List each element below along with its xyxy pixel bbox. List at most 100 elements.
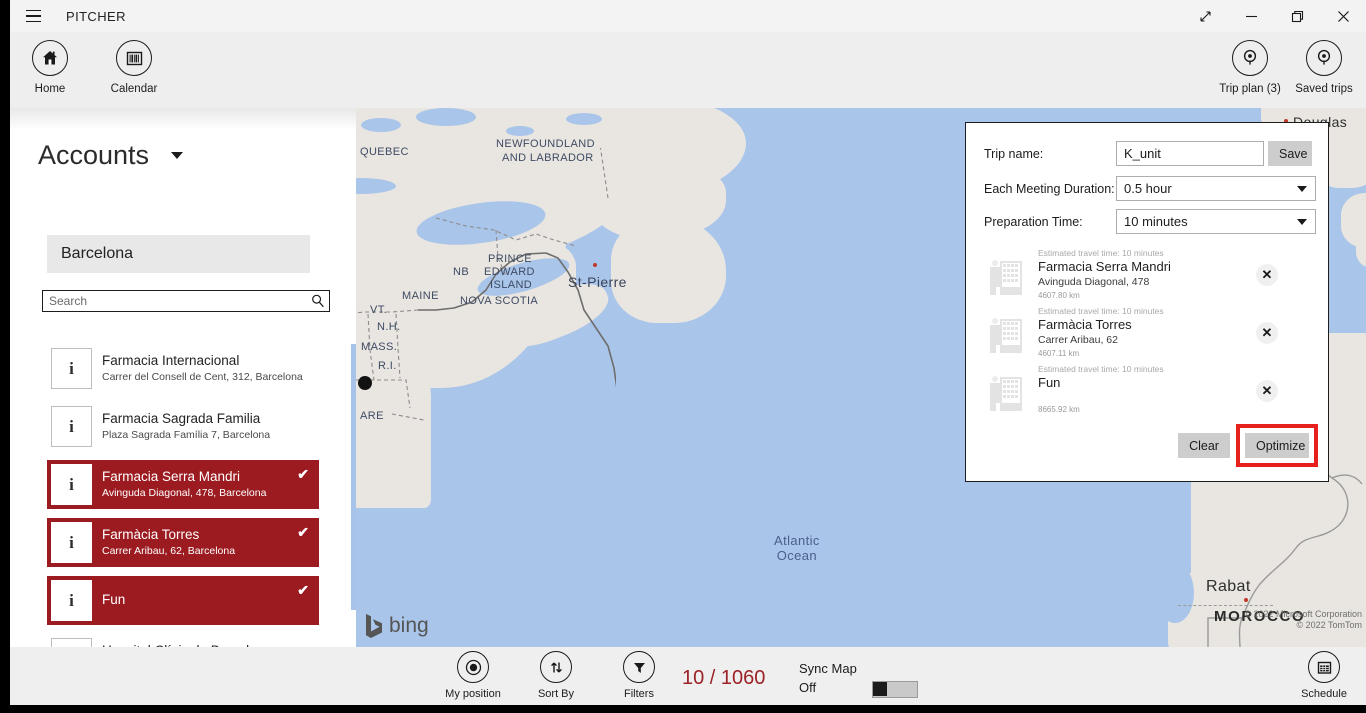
stop-name: Fun xyxy=(1038,375,1164,391)
meeting-duration-label: Each Meeting Duration: xyxy=(984,182,1116,196)
group-header-barcelona[interactable]: Barcelona xyxy=(47,235,310,273)
expand-diagonal-icon[interactable] xyxy=(1182,0,1228,32)
accounts-sidebar: Accounts Barcelona i Farmacia Interna xyxy=(10,108,356,647)
map-label: NB xyxy=(453,266,469,278)
title-bar: PITCHER xyxy=(10,0,1366,32)
ribbon-label-home: Home xyxy=(8,83,92,95)
map-label: NEWFOUNDLAND xyxy=(496,138,595,150)
account-address: Avinguda Diagonal, 478, Barcelona xyxy=(102,486,266,500)
info-icon[interactable]: i xyxy=(51,522,92,563)
map-pin-marker[interactable] xyxy=(358,376,372,390)
save-button[interactable]: Save xyxy=(1268,141,1312,166)
trip-name-label: Trip name: xyxy=(984,147,1116,161)
list-item[interactable]: i Farmacia Sagrada Familia Plaza Sagrada… xyxy=(47,402,319,451)
info-icon[interactable]: i xyxy=(51,464,92,505)
trip-stop-item[interactable]: Estimated travel time: 10 minutes Farmac… xyxy=(986,246,1316,304)
ribbon-item-saved-trips[interactable]: Saved trips xyxy=(1282,40,1366,95)
ribbon-item-trip-plan[interactable]: Trip plan (3) xyxy=(1208,40,1292,95)
hamburger-menu-icon[interactable] xyxy=(10,0,56,32)
map-label: ISLAND xyxy=(490,279,532,291)
trip-plan-panel: Trip name: Save Each Meeting Duration: 0… xyxy=(965,122,1329,482)
trip-name-input[interactable] xyxy=(1116,141,1264,166)
info-icon[interactable]: i xyxy=(51,406,92,447)
minimize-icon[interactable] xyxy=(1228,0,1274,32)
chevron-down-icon xyxy=(1297,219,1307,225)
preparation-time-row: Preparation Time: 10 minutes xyxy=(984,209,1328,234)
record-count: 10 / 1060 xyxy=(682,667,765,690)
window-controls xyxy=(1182,0,1366,32)
preparation-time-select[interactable]: 10 minutes xyxy=(1116,209,1316,234)
close-icon[interactable] xyxy=(1320,0,1366,32)
stop-eta: Estimated travel time: 10 minutes xyxy=(1038,248,1171,259)
map-water xyxy=(566,113,602,125)
map-pin-icon xyxy=(1232,40,1268,76)
building-icon xyxy=(986,307,1026,355)
ribbon-toolbar: Home Calendar xyxy=(10,32,1366,108)
meeting-duration-row: Each Meeting Duration: 0.5 hour xyxy=(984,176,1328,201)
account-address: Carrer del Consell de Cent, 312, Barcelo… xyxy=(102,370,303,384)
ribbon-item-calendar[interactable]: Calendar xyxy=(92,40,176,95)
list-item[interactable]: i Farmàcia Torres Carrer Aribau, 62, Bar… xyxy=(47,518,319,567)
bottom-label-sort-by: Sort By xyxy=(508,688,604,700)
stop-eta: Estimated travel time: 10 minutes xyxy=(1038,306,1164,317)
bottom-item-sort-by[interactable]: Sort By xyxy=(508,651,604,700)
account-name: Farmacia Internacional xyxy=(102,353,303,369)
stop-distance: 4607.80 km xyxy=(1038,290,1171,301)
checkmark-icon: ✔ xyxy=(297,582,309,599)
calendar-icon xyxy=(1308,651,1340,683)
info-icon[interactable]: i xyxy=(51,638,92,647)
ribbon-label-saved-trips: Saved trips xyxy=(1282,83,1366,95)
map-water xyxy=(361,118,401,132)
map-label: Rabat xyxy=(1206,578,1251,596)
clear-button[interactable]: Clear xyxy=(1178,433,1230,458)
map-canvas[interactable]: QUEBEC NEWFOUNDLAND AND LABRADOR PRINCE … xyxy=(356,108,1366,647)
list-item[interactable]: i Farmacia Internacional Carrer del Cons… xyxy=(47,344,319,393)
accounts-list: i Farmacia Internacional Carrer del Cons… xyxy=(10,344,356,647)
sync-map-toggle[interactable] xyxy=(872,681,918,698)
info-icon[interactable]: i xyxy=(51,348,92,389)
sync-map-label: Sync Map xyxy=(799,661,857,676)
stop-address: Avinguda Diagonal, 478 xyxy=(1038,275,1171,289)
bottom-item-schedule[interactable]: Schedule xyxy=(1276,651,1366,700)
close-x-icon[interactable]: ✕ xyxy=(1256,380,1278,402)
search-icon[interactable] xyxy=(307,294,329,308)
stop-distance: 4607.11 km xyxy=(1038,348,1164,359)
sync-map-state: Off xyxy=(799,680,816,695)
trip-panel-actions: Clear Optimize xyxy=(1178,424,1318,467)
map-label: St-Pierre xyxy=(568,274,627,290)
maximize-icon[interactable] xyxy=(1274,0,1320,32)
list-item[interactable]: i Farmacia Serra Mandri Avinguda Diagona… xyxy=(47,460,319,509)
search-box[interactable] xyxy=(42,290,330,312)
map-label: EDWARD xyxy=(484,266,535,278)
meeting-duration-select[interactable]: 0.5 hour xyxy=(1116,176,1316,201)
bottom-item-my-position[interactable]: My position xyxy=(425,651,521,700)
trip-stop-item[interactable]: Estimated travel time: 10 minutes Farmàc… xyxy=(986,304,1316,362)
stop-address: Carrer Aribau, 62 xyxy=(1038,333,1164,347)
ocean-line-2: Ocean xyxy=(777,548,817,563)
map-water xyxy=(506,126,534,136)
close-x-icon[interactable]: ✕ xyxy=(1256,264,1278,286)
home-icon xyxy=(32,40,68,76)
preparation-time-value: 10 minutes xyxy=(1124,214,1188,229)
close-x-icon[interactable]: ✕ xyxy=(1256,322,1278,344)
map-pin-icon xyxy=(1306,40,1342,76)
map-city-dot xyxy=(1244,598,1248,602)
chevron-down-icon[interactable] xyxy=(171,152,183,159)
ribbon-item-home[interactable]: Home xyxy=(8,40,92,95)
bottom-item-filters[interactable]: Filters xyxy=(591,651,687,700)
meeting-duration-value: 0.5 hour xyxy=(1124,181,1172,196)
ocean-line-1: Atlantic xyxy=(774,533,820,548)
bottom-label-schedule: Schedule xyxy=(1276,688,1366,700)
optimize-button[interactable]: Optimize xyxy=(1245,433,1309,458)
map-label: ARE xyxy=(360,410,384,422)
trip-stop-item[interactable]: Estimated travel time: 10 minutes Fun 86… xyxy=(986,362,1316,420)
bing-logo[interactable]: bing xyxy=(364,613,429,639)
building-icon xyxy=(986,249,1026,297)
target-icon xyxy=(457,651,489,683)
list-item[interactable]: i Hospital Clínic de Barcelona Calle Vil… xyxy=(47,634,319,647)
funnel-icon xyxy=(623,651,655,683)
search-input[interactable] xyxy=(43,292,307,310)
list-item[interactable]: i Fun ✔ xyxy=(47,576,319,625)
map-city-dot xyxy=(593,263,597,267)
info-icon[interactable]: i xyxy=(51,580,92,621)
